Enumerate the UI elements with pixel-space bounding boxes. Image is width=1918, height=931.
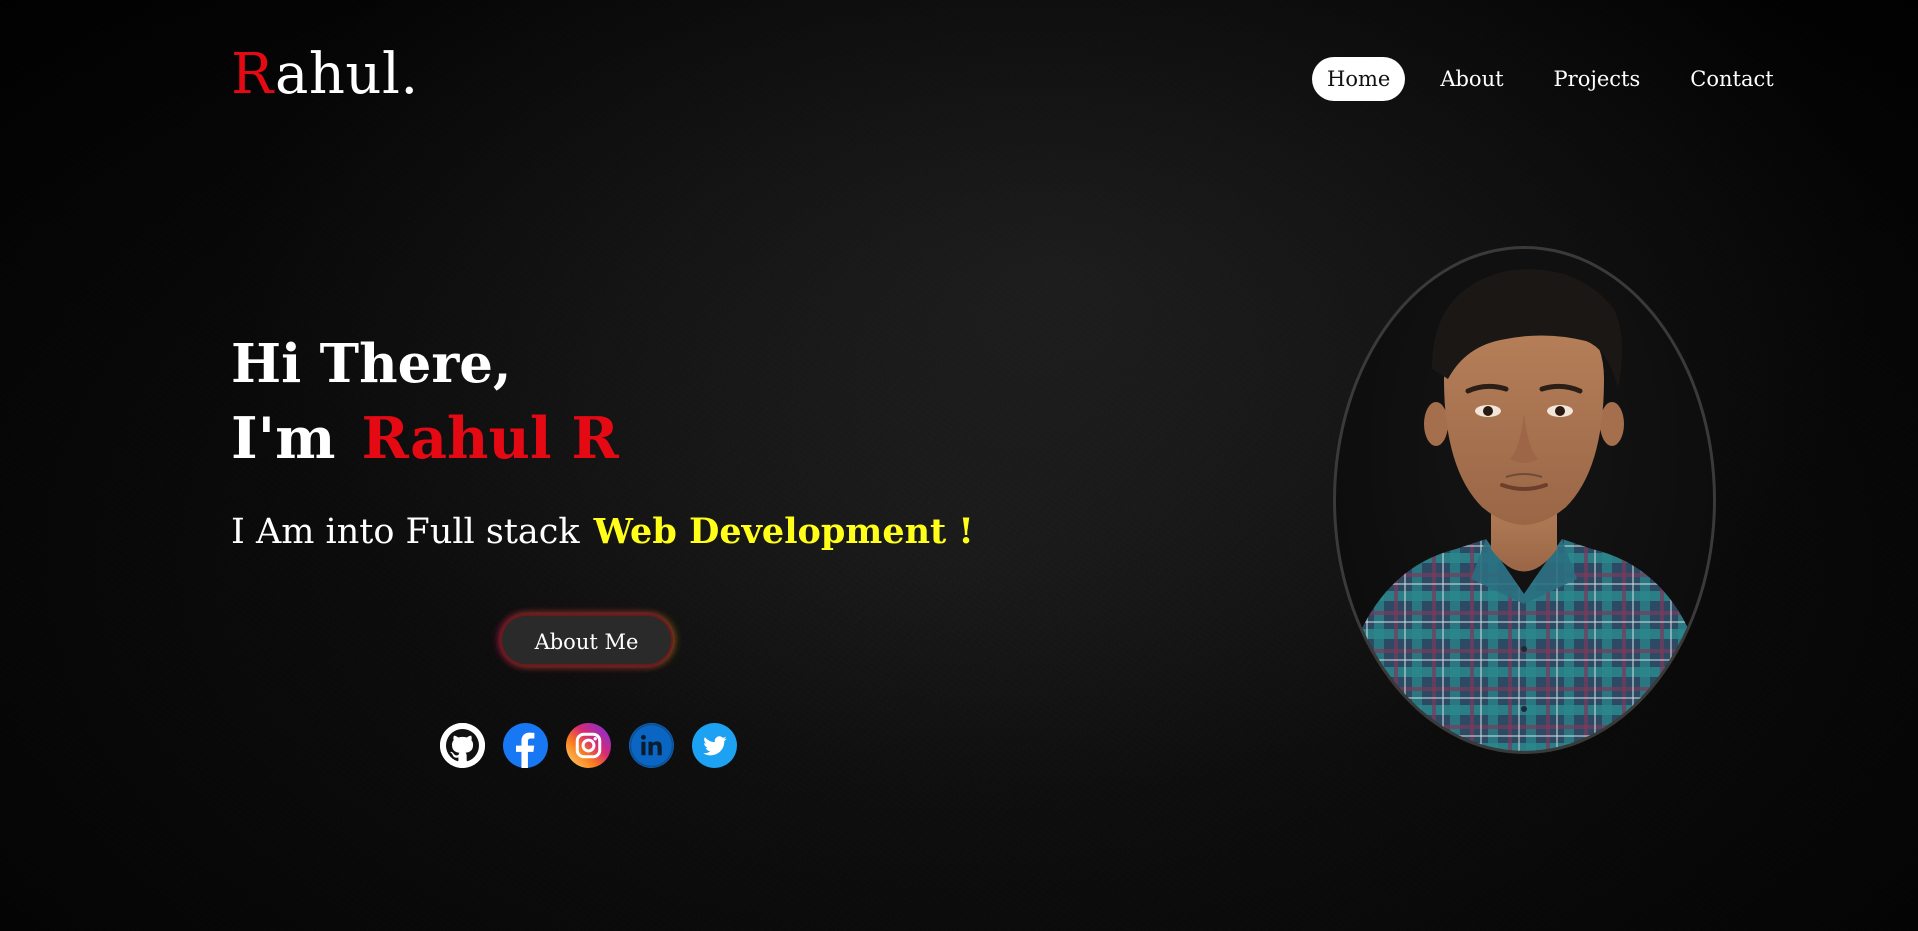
- main-nav: Home About Projects Contact: [1312, 57, 1809, 101]
- tagline-highlight: Web Development !: [593, 511, 974, 552]
- twitter-icon[interactable]: [692, 723, 737, 768]
- linkedin-icon[interactable]: [629, 723, 674, 768]
- profile-photo: [1333, 246, 1716, 754]
- nav-contact-link[interactable]: Contact: [1675, 57, 1788, 101]
- logo-initial: R: [231, 42, 275, 107]
- nav-projects-link[interactable]: Projects: [1539, 57, 1656, 101]
- github-icon[interactable]: [440, 723, 485, 768]
- site-logo[interactable]: Rahul.: [231, 40, 419, 110]
- logo-text: ahul.: [274, 42, 419, 107]
- hero-tagline: I Am into Full stack Web Development !: [231, 506, 974, 558]
- social-links: [440, 723, 737, 768]
- hero-iam-prefix: I'm: [231, 405, 336, 472]
- about-me-button[interactable]: About Me: [500, 614, 673, 666]
- hero-intro: I'm Rahul R: [231, 404, 619, 474]
- tagline-prefix: I Am into Full stack: [231, 512, 580, 552]
- nav-home-link[interactable]: Home: [1312, 57, 1406, 101]
- instagram-icon[interactable]: [566, 723, 611, 768]
- nav-about-link[interactable]: About: [1425, 57, 1518, 101]
- hero-greeting: Hi There,: [231, 333, 512, 395]
- hero-name: Rahul R: [361, 405, 619, 472]
- facebook-icon[interactable]: [503, 723, 548, 768]
